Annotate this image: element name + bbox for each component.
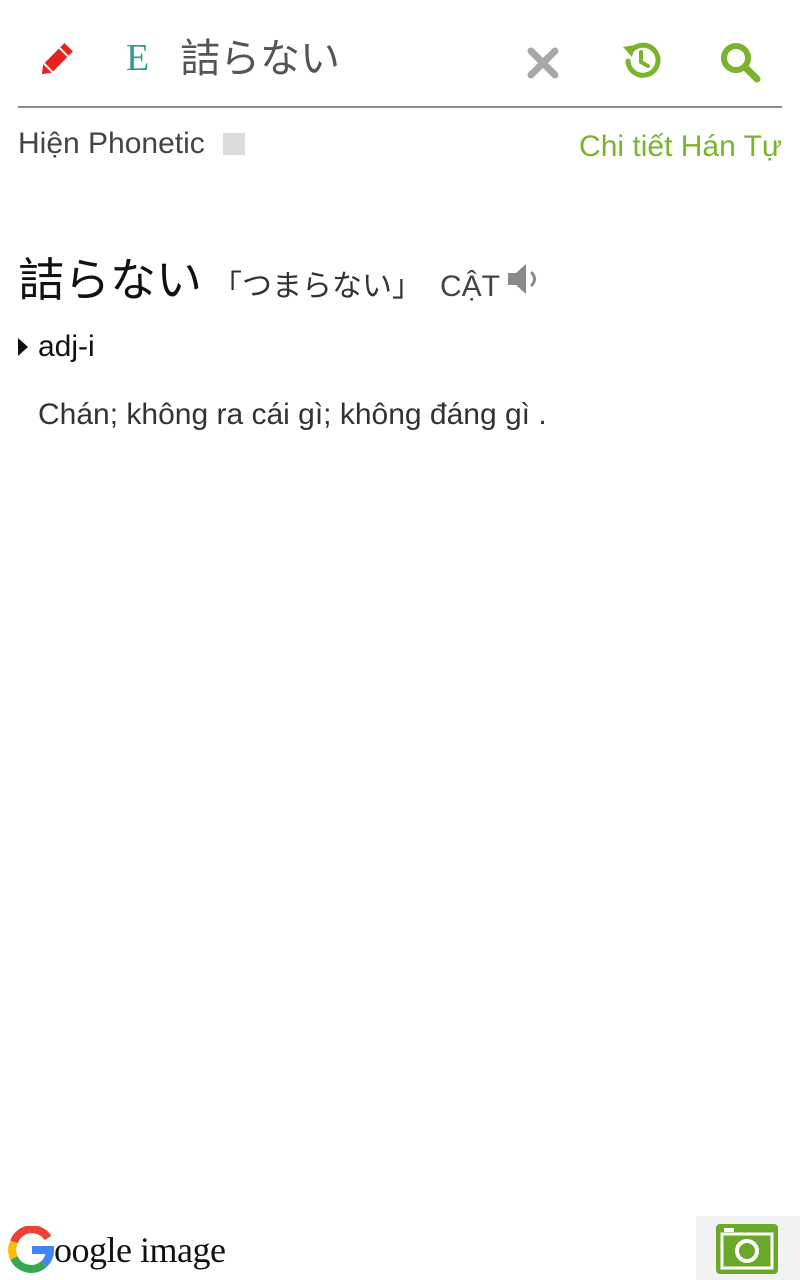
phonetic-checkbox[interactable] [222, 133, 245, 155]
pencil-icon[interactable] [36, 40, 76, 80]
history-icon[interactable] [620, 40, 662, 82]
speaker-icon[interactable] [506, 260, 544, 298]
camera-button[interactable] [696, 1216, 800, 1280]
phonetic-label: Hiện Phonetic [18, 127, 205, 160]
entry-han-viet: CẬT [440, 270, 500, 303]
entry-header: 詰らない 「つまらない」 CẬT [18, 244, 500, 310]
clear-icon[interactable] [526, 46, 560, 80]
language-badge[interactable]: E [126, 36, 149, 80]
search-bar: E 詰らない [18, 18, 782, 108]
camera-icon [714, 1220, 780, 1276]
google-g-icon [8, 1225, 55, 1274]
google-image-link[interactable]: oogle image [8, 1224, 226, 1276]
search-icon[interactable] [718, 40, 762, 84]
search-input[interactable]: 詰らない [180, 34, 340, 84]
expand-arrow-icon [18, 338, 28, 356]
entry-word: 詰らない [18, 253, 202, 307]
part-of-speech-label: adj-i [38, 330, 95, 363]
entry-reading: 「つまらない」 [212, 269, 422, 304]
kanji-detail-link[interactable]: Chi tiết Hán Tự [579, 130, 782, 164]
phonetic-toggle[interactable]: Hiện Phonetic [18, 124, 245, 164]
google-image-text: oogle image [54, 1230, 226, 1270]
entry-meaning: Chán; không ra cái gì; không đáng gì . [38, 398, 547, 431]
part-of-speech-row[interactable]: adj-i [18, 330, 95, 364]
